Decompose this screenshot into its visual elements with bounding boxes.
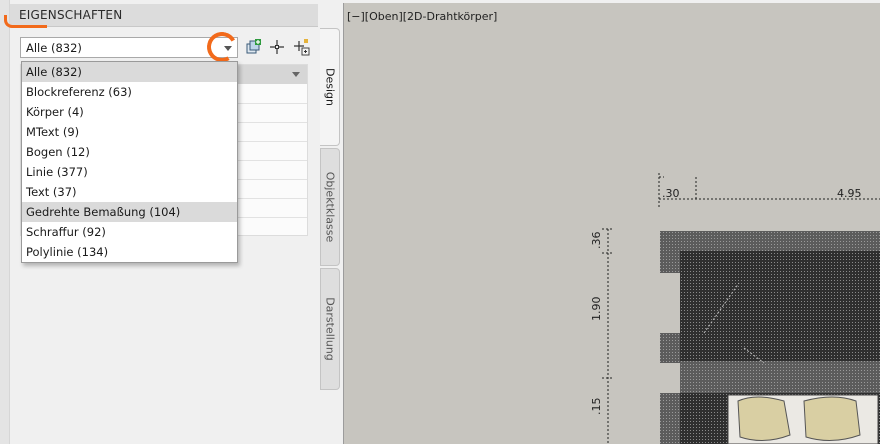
- object-filter-value: Alle (832): [26, 41, 82, 55]
- tab-objektklasse-label: Objektklasse: [323, 171, 337, 243]
- quick-select-icon[interactable]: [244, 38, 262, 56]
- annotation-circle-mark: [203, 28, 241, 66]
- dimension-line-vertical: [602, 228, 614, 444]
- tab-darstellung-label: Darstellung: [323, 297, 337, 361]
- select-objects-icon[interactable]: [268, 38, 286, 56]
- dropdown-option[interactable]: Blockreferenz (63): [22, 82, 237, 102]
- dropdown-option[interactable]: MText (9): [22, 122, 237, 142]
- dimension-text-top-left: .30: [662, 187, 680, 200]
- palette-title-bar[interactable]: EIGENSCHAFTEN: [10, 4, 318, 27]
- toggle-pickadd-icon[interactable]: [292, 38, 310, 56]
- dimension-text-top-right: 4.95: [837, 187, 862, 200]
- collapse-arrow-icon[interactable]: [292, 72, 300, 77]
- tab-design[interactable]: Design: [320, 28, 340, 146]
- tab-objektklasse[interactable]: Objektklasse: [320, 148, 340, 266]
- palette-grip-strip[interactable]: [0, 0, 10, 444]
- viewport-label[interactable]: [−][Oben][2D-Drahtkörper]: [347, 10, 497, 23]
- dimension-text-left-middle: 1.90: [590, 297, 603, 322]
- object-filter-dropdown-list: Alle (832) Blockreferenz (63) Körper (4) MT…: [21, 61, 238, 263]
- dimension-text-left-bottom: .15: [590, 398, 603, 416]
- annotation-underline-mark: [4, 15, 47, 28]
- dimension-text-left-top: .36: [590, 232, 603, 250]
- wall-opening: [660, 363, 680, 393]
- hatched-floor-dark: [680, 251, 880, 361]
- tab-design-label: Design: [323, 68, 336, 106]
- furniture-shape: [737, 396, 791, 441]
- dropdown-option[interactable]: Text (37): [22, 182, 237, 202]
- drawing-viewport[interactable]: .30 4.95 .36 1.90 .15 [−][Oben][2D-Draht…: [343, 3, 880, 444]
- dropdown-option[interactable]: Bogen (12): [22, 142, 237, 162]
- wall-opening: [660, 273, 680, 333]
- dropdown-option[interactable]: Polylinie (134): [22, 242, 237, 262]
- dropdown-option[interactable]: Körper (4): [22, 102, 237, 122]
- furniture-shape: [803, 396, 861, 441]
- drawing-canvas[interactable]: .30 4.95 .36 1.90 .15: [344, 3, 880, 444]
- dropdown-option[interactable]: Schraffur (92): [22, 222, 237, 242]
- dropdown-option[interactable]: Gedrehte Bemaßung (104): [22, 202, 237, 222]
- tab-darstellung[interactable]: Darstellung: [320, 268, 340, 390]
- properties-palette: EIGENSCHAFTEN Alle (832) Alle (832) Bloc…: [0, 0, 343, 444]
- dropdown-option[interactable]: Alle (832): [22, 62, 237, 82]
- object-filter-select[interactable]: Alle (832): [20, 37, 238, 58]
- dropdown-option[interactable]: Linie (377): [22, 162, 237, 182]
